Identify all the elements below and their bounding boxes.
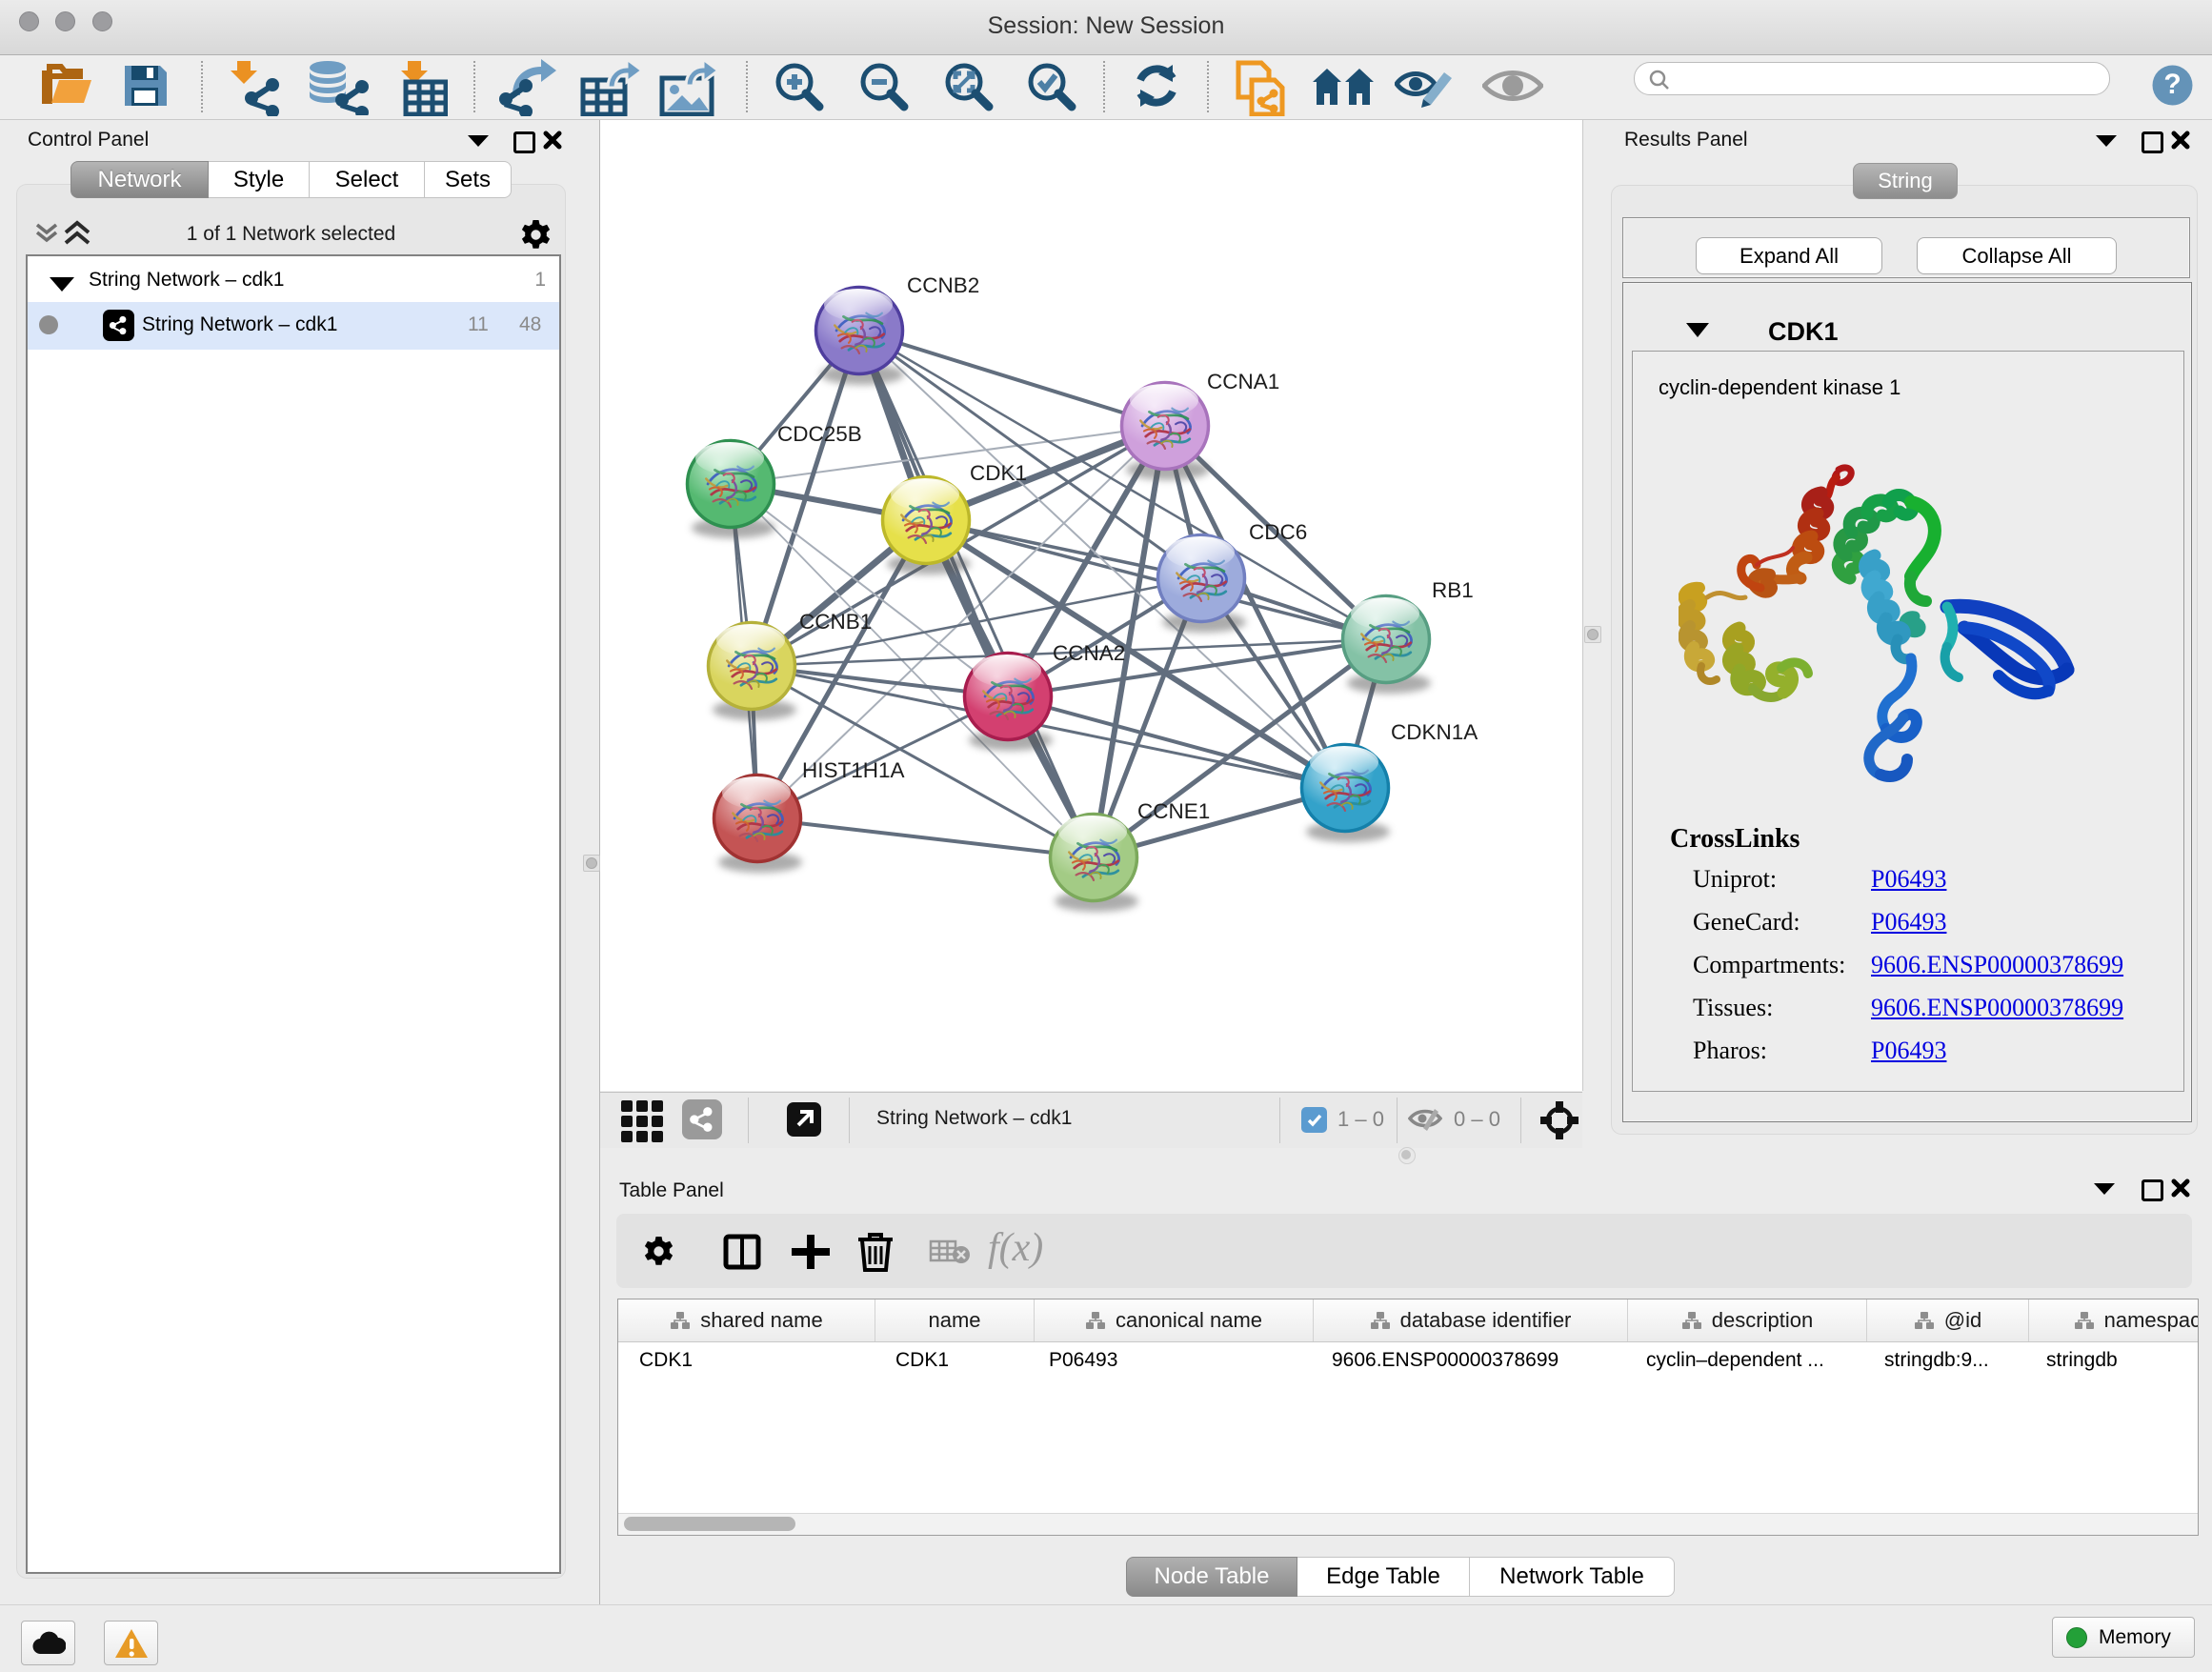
svg-text:CCNB1: CCNB1 <box>799 610 872 634</box>
svg-text:CDKN1A: CDKN1A <box>1391 720 1478 744</box>
svg-text:RB1: RB1 <box>1432 578 1474 602</box>
svg-text:CCNA2: CCNA2 <box>1053 641 1125 665</box>
svg-text:CDC25B: CDC25B <box>777 422 862 446</box>
svg-text:CCNA1: CCNA1 <box>1207 370 1279 393</box>
svg-text:CDC6: CDC6 <box>1249 520 1307 544</box>
svg-text:HIST1H1A: HIST1H1A <box>802 758 905 782</box>
svg-text:?: ? <box>2163 69 2181 100</box>
svg-text:CCNE1: CCNE1 <box>1137 799 1210 823</box>
svg-text:CCNB2: CCNB2 <box>907 273 979 297</box>
svg-text:CDK1: CDK1 <box>970 461 1027 485</box>
